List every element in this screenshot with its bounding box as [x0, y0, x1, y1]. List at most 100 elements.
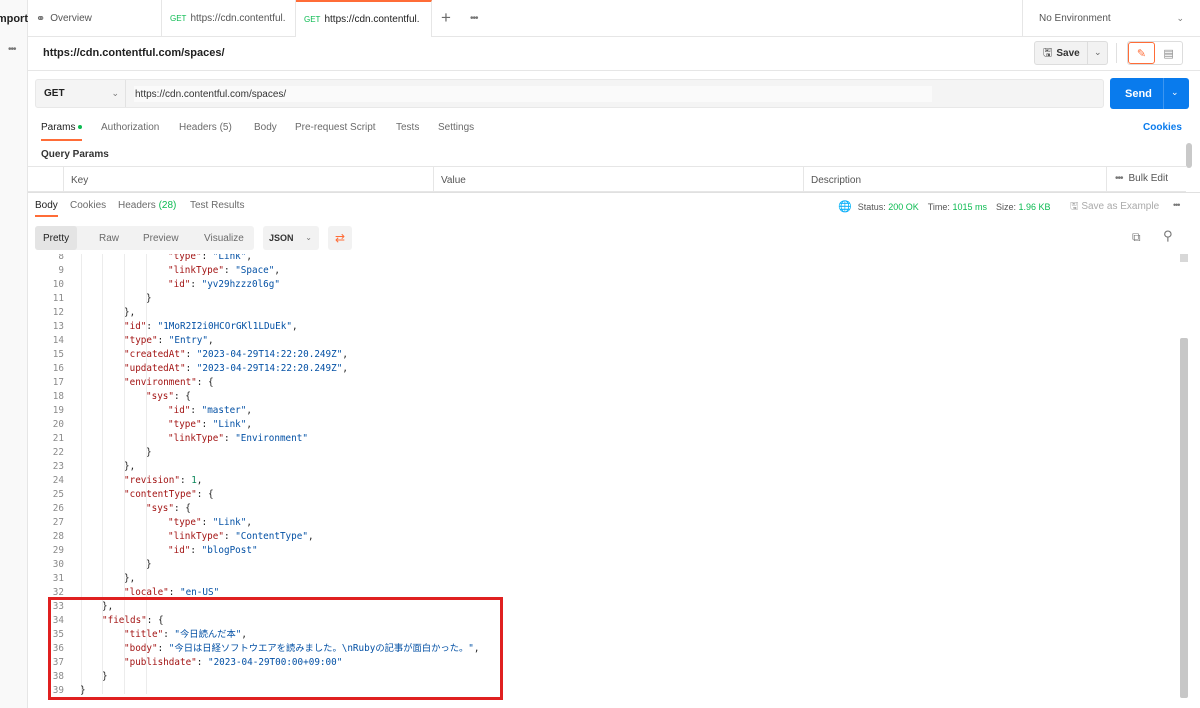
- tab-method: GET: [304, 15, 321, 24]
- more-icon: •••: [1115, 173, 1123, 184]
- tab-authorization[interactable]: Authorization: [101, 122, 159, 133]
- sidebar-more-icon[interactable]: •••: [8, 44, 16, 55]
- edit-pencil-icon[interactable]: ✎: [1128, 42, 1156, 64]
- code-text: "id": "blogPost": [168, 545, 258, 556]
- view-preview[interactable]: Preview: [143, 226, 179, 250]
- save-button[interactable]: 🖫 Save ⌄: [1034, 41, 1108, 65]
- chevron-down-icon[interactable]: ⌄: [1171, 87, 1179, 98]
- code-line: 23},: [28, 460, 1178, 474]
- tab-tests[interactable]: Tests: [396, 122, 419, 133]
- format-select[interactable]: JSON ⌄: [263, 226, 319, 250]
- tabs-more-icon[interactable]: •••: [470, 13, 478, 24]
- line-number: 26: [52, 503, 64, 514]
- code-line: 26 "sys": {: [28, 502, 1178, 516]
- save-as-example-label: Save as Example: [1081, 201, 1160, 212]
- line-number: 31: [52, 573, 64, 584]
- view-pretty[interactable]: Pretty: [35, 226, 78, 250]
- divider: [1116, 43, 1117, 63]
- chevron-down-icon[interactable]: ⌄: [1094, 47, 1102, 58]
- code-line: 16 "updatedAt": "2023-04-29T14:22:20.249Z…: [28, 362, 1178, 376]
- tab-settings[interactable]: Settings: [438, 122, 474, 133]
- globe-icon[interactable]: 🌐: [838, 200, 852, 213]
- column-divider: [803, 167, 804, 192]
- code-text: "type": "Entry",: [124, 335, 214, 346]
- line-number: 19: [52, 405, 64, 416]
- tab-response-headers[interactable]: Headers (28): [118, 200, 176, 211]
- tab-headers[interactable]: Headers (5): [179, 122, 232, 133]
- time-label: Time:: [927, 201, 950, 212]
- line-number: 22: [52, 447, 64, 458]
- bulk-edit-button[interactable]: ••• Bulk Edit: [1115, 173, 1168, 184]
- size-label: Size:: [995, 201, 1016, 212]
- page-title[interactable]: https://cdn.contentful.com/spaces/: [43, 47, 225, 59]
- pane-divider[interactable]: [28, 192, 1200, 193]
- line-number: 30: [52, 559, 64, 570]
- line-number: 15: [52, 349, 64, 360]
- url-input[interactable]: [134, 86, 932, 102]
- request-scrollbar[interactable]: [1186, 143, 1192, 168]
- params-table-header: Key Value Description: [28, 166, 1186, 192]
- tab-test-results[interactable]: Test Results: [190, 200, 244, 211]
- tab-params[interactable]: Params: [41, 122, 83, 141]
- code-line: 18 "sys": {: [28, 390, 1178, 404]
- view-visualize[interactable]: Visualize: [204, 226, 244, 250]
- code-line: 12},: [28, 306, 1178, 320]
- line-number: 11: [52, 293, 64, 304]
- copy-icon[interactable]: ⧉: [1132, 230, 1141, 245]
- column-key: Key: [71, 175, 89, 186]
- tab-pre-request-script[interactable]: Pre-request Script: [295, 122, 376, 133]
- code-line: 28 "linkType": "ContentType",: [28, 530, 1178, 544]
- response-more-icon[interactable]: •••: [1173, 200, 1181, 210]
- wrap-lines-icon[interactable]: ⇄: [328, 226, 352, 250]
- code-text: },: [124, 461, 136, 472]
- line-number: 10: [52, 279, 64, 290]
- code-line: 21 "linkType": "Environment": [28, 432, 1178, 446]
- code-text: "linkType": "ContentType",: [168, 531, 314, 542]
- save-as-example-button[interactable]: 🖫 Save as Example: [1070, 199, 1159, 216]
- search-icon[interactable]: ⚲: [1163, 228, 1173, 244]
- tab-body[interactable]: Body: [254, 122, 277, 133]
- tab-response-body[interactable]: Body: [35, 200, 58, 217]
- import-button[interactable]: Import: [0, 13, 28, 25]
- send-button[interactable]: Send ⌄: [1110, 78, 1189, 109]
- view-raw[interactable]: Raw: [99, 226, 119, 250]
- line-number: 28: [52, 531, 64, 542]
- status-value[interactable]: 200 OK: [888, 202, 919, 212]
- code-text: "environment": {: [124, 377, 214, 388]
- tab-method: GET: [170, 14, 187, 23]
- code-line: 14 "type": "Entry",: [28, 334, 1178, 348]
- environment-select[interactable]: No Environment ⌄: [1022, 0, 1200, 37]
- tab-overview[interactable]: ⚭ Overview: [28, 0, 162, 37]
- scroll-up-arrow[interactable]: [1180, 254, 1188, 262]
- time-value[interactable]: 1015 ms: [952, 202, 987, 212]
- code-line: 22}: [28, 446, 1178, 460]
- line-number: 9: [58, 265, 64, 276]
- method-label: GET: [44, 88, 65, 99]
- comments-icon[interactable]: ▤: [1155, 42, 1182, 64]
- column-divider: [1106, 167, 1107, 192]
- cookies-link[interactable]: Cookies: [1143, 122, 1182, 133]
- code-text: },: [124, 307, 136, 318]
- fields-highlight-box: [48, 597, 503, 700]
- tab-request-2[interactable]: GET https://cdn.contentful.: [296, 0, 432, 37]
- tab-label: https://cdn.contentful.: [190, 13, 286, 24]
- code-text: }: [146, 559, 152, 570]
- line-number: 17: [52, 377, 64, 388]
- line-number: 24: [52, 475, 64, 486]
- column-divider: [63, 167, 64, 192]
- line-number: 13: [52, 321, 64, 332]
- overview-icon: ⚭: [36, 13, 46, 25]
- line-number: 14: [52, 335, 64, 346]
- tab-response-cookies[interactable]: Cookies: [70, 200, 106, 211]
- code-scrollbar-thumb[interactable]: [1180, 338, 1188, 698]
- size-value[interactable]: 1.96 KB: [1019, 202, 1051, 212]
- tab-request-1[interactable]: GET https://cdn.contentful.: [162, 0, 296, 37]
- code-text: "id": "1MoR2I2i0HCOrGKl1LDuEk",: [124, 321, 298, 332]
- request-url-bar: GET ⌄: [35, 79, 1104, 108]
- code-line: 19 "id": "master",: [28, 404, 1178, 418]
- tab-overview-label: Overview: [50, 13, 92, 24]
- tabs-bar: ⚭ Overview GET https://cdn.contentful. G…: [28, 0, 1200, 37]
- add-tab-icon[interactable]: +: [441, 8, 451, 28]
- method-select[interactable]: GET ⌄: [36, 80, 126, 107]
- save-icon: 🖫: [1043, 46, 1053, 59]
